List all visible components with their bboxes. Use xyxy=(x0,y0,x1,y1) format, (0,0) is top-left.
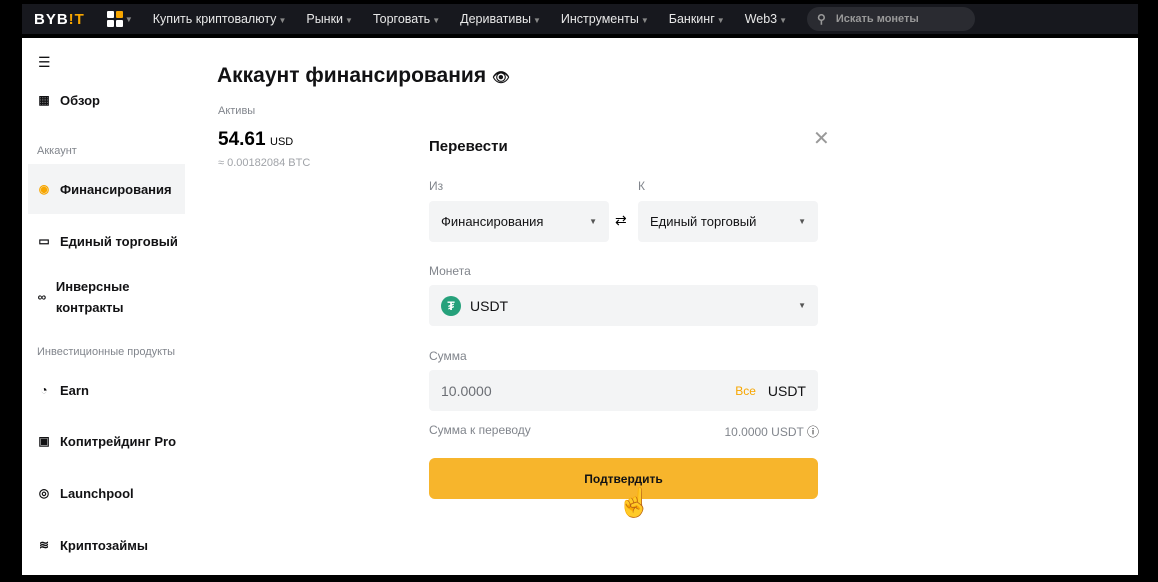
sidebar-item-inverse[interactable]: ∞ Инверсные контракты xyxy=(28,276,158,318)
help-icon[interactable]: ⓘ xyxy=(807,425,819,439)
nav-derivatives[interactable]: Деривативы ▼ xyxy=(460,12,541,26)
sidebar-item-copytrading[interactable]: ▣ Копитрейдинг Pro xyxy=(28,431,185,452)
dialog-title: Перевести xyxy=(429,138,508,155)
chevron-down-icon: ▼ xyxy=(589,217,597,226)
sidebar-item-earn[interactable]: ◔ Earn xyxy=(28,380,185,401)
bybit-logo[interactable]: BYB!T xyxy=(34,11,85,28)
sidebar-item-overview[interactable]: ▦ Обзор xyxy=(28,90,185,111)
nav-buy-crypto[interactable]: Купить криптовалюту ▼ xyxy=(153,12,287,26)
coin-label: Монета xyxy=(429,264,471,278)
briefcase-icon: ▣ xyxy=(38,434,50,448)
all-button[interactable]: Все xyxy=(735,384,756,398)
coin-select[interactable]: ₮ USDT ▼ xyxy=(429,285,818,326)
tether-icon: ₮ xyxy=(441,295,461,316)
section-account: Аккаунт xyxy=(37,145,77,157)
sidebar-item-funding[interactable]: ◉ Финансирования xyxy=(28,164,185,214)
main-area: ☰ ▦ Обзор Аккаунт ◉ Финансирования ▭ Единый… xyxy=(22,38,1138,575)
balance: 54.61 USD xyxy=(218,129,294,150)
sidebar-item-loans[interactable]: ≋ Криптозаймы xyxy=(28,535,185,556)
hand-cursor-icon: ☝ xyxy=(617,487,652,518)
transfer-amount: 10.0000 USDT ⓘ xyxy=(724,425,819,439)
nav-banking[interactable]: Банкинг ▼ xyxy=(669,12,725,26)
chevron-down-icon: ▼ xyxy=(798,217,806,226)
search-icon: ⚲ xyxy=(817,12,826,26)
nav-markets[interactable]: Рынки ▼ xyxy=(306,12,353,26)
amount-label: Сумма xyxy=(429,349,467,363)
sidebar-item-unified[interactable]: ▭ Единый торговый xyxy=(28,231,185,252)
top-nav: BYB!T ▼ Купить криптовалюту ▼ Рынки ▼ Торг… xyxy=(22,4,1138,34)
section-invest: Инвестиционные продукты xyxy=(37,346,176,358)
sidebar-item-launchpool[interactable]: ◎ Launchpool xyxy=(28,483,185,504)
funding-icon: ◉ xyxy=(38,181,50,196)
earn-icon: ◔ xyxy=(40,383,48,397)
page-title: Аккаунт финансирования 👁 xyxy=(217,64,510,87)
loan-icon: ≋ xyxy=(38,538,50,552)
nav-trade[interactable]: Торговать ▼ xyxy=(373,12,440,26)
link-icon: ∞ xyxy=(37,289,47,304)
nav-web3[interactable]: Web3 ▼ xyxy=(745,12,787,26)
launchpool-icon: ◎ xyxy=(38,486,50,500)
btc-equivalent: ≈ 0.00182084 BTC xyxy=(218,157,311,169)
search-input[interactable]: ⚲ Искать монеты xyxy=(807,7,976,31)
swap-icon[interactable]: ⇄ xyxy=(615,212,627,229)
grid-icon: ▦ xyxy=(38,93,50,107)
from-label: Из xyxy=(429,179,444,193)
wallet-icon: ▭ xyxy=(38,234,50,248)
amount-input[interactable]: 10.0000 Все USDT xyxy=(429,370,818,411)
eye-icon[interactable]: 👁 xyxy=(492,69,510,85)
to-select[interactable]: Единый торговый ▼ xyxy=(638,201,818,242)
close-icon[interactable]: ✕ xyxy=(813,126,830,151)
transfer-amount-label: Сумма к переводу xyxy=(429,423,531,437)
nav-tools[interactable]: Инструменты ▼ xyxy=(561,12,649,26)
apps-grid-icon[interactable] xyxy=(106,11,123,27)
to-label: К xyxy=(638,179,645,193)
collapse-menu-icon[interactable]: ☰ xyxy=(38,54,51,71)
from-select[interactable]: Финансирования ▼ xyxy=(429,201,609,242)
assets-label: Активы xyxy=(218,105,256,117)
chevron-down-icon: ▼ xyxy=(798,301,806,310)
